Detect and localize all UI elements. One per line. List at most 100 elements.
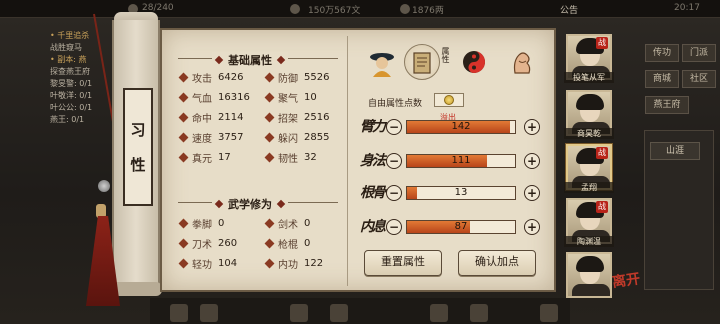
notice-button[interactable]: 公告: [560, 3, 578, 16]
basic-stat: 攻击 6426: [178, 70, 243, 85]
sect-button[interactable]: 门派: [682, 44, 716, 62]
resource-money: 150万567文: [308, 6, 361, 16]
increase-button[interactable]: +: [524, 185, 540, 201]
free-points-value: [434, 93, 464, 107]
portrait-body: [572, 284, 610, 296]
quest-line: • 千里追杀: [50, 31, 90, 40]
stat-value: 122: [304, 258, 324, 269]
stat-icon: [264, 152, 275, 163]
tassel-knot: [96, 204, 106, 218]
diamond-icon: [276, 55, 286, 65]
martial-attributes-label: 武学修为: [228, 198, 272, 211]
martial-stat: 枪棍 0: [264, 236, 311, 251]
stat-value: 5526: [304, 72, 330, 83]
portrait-hair: [576, 256, 604, 272]
party-member-name: 投笔从军: [564, 72, 614, 83]
decrease-button[interactable]: −: [386, 119, 402, 135]
stat-icon: [264, 92, 275, 103]
stat-icon: [178, 132, 189, 143]
stat-value: 0: [218, 218, 225, 229]
battle-badge: 战: [596, 37, 608, 49]
toolbar-slot-icon[interactable]: [290, 304, 308, 322]
stat-value: 32: [304, 152, 317, 163]
stat-label: 速度: [192, 134, 212, 145]
tab-body[interactable]: [504, 44, 540, 80]
toolbar-slot-icon[interactable]: [470, 304, 488, 322]
stat-value: 2855: [304, 132, 330, 143]
attribute-name: 根骨: [360, 185, 386, 201]
stat-label: 攻击: [192, 74, 212, 85]
basic-stat: 真元 17: [178, 150, 231, 165]
increase-button[interactable]: +: [524, 153, 540, 169]
martial-stat: 内功 122: [264, 256, 324, 271]
party-member-name: 孟翔: [564, 182, 614, 193]
stat-value: 10: [304, 92, 317, 103]
decrease-button[interactable]: −: [386, 219, 402, 235]
character-icon: [370, 53, 394, 77]
increase-button[interactable]: +: [524, 119, 540, 135]
stat-label: 命中: [192, 114, 212, 125]
confirm-allocation-button[interactable]: 确认加点: [458, 250, 536, 276]
toolbar-slot-icon[interactable]: [200, 304, 218, 322]
quest-line: 战胜窥马: [50, 43, 82, 52]
toolbar-slot-icon[interactable]: [540, 304, 558, 322]
stat-value: 0: [304, 218, 311, 229]
stat-icon: [264, 72, 275, 83]
attribute-value: 87: [454, 221, 468, 232]
muscle-icon: [513, 52, 531, 74]
martial-stat: 拳脚 0: [178, 216, 225, 231]
portrait-hair: [576, 94, 604, 110]
basic-stat: 招架 2516: [264, 110, 330, 125]
attribute-bar: 87: [406, 220, 516, 234]
panel-divider: [347, 36, 348, 286]
attribute-name: 内息: [360, 219, 386, 235]
stat-icon: [178, 258, 189, 269]
location-tag[interactable]: 山涯: [650, 142, 700, 160]
decrease-button[interactable]: −: [386, 185, 402, 201]
free-points-label: 自由属性点数: [368, 99, 423, 109]
stat-label: 招架: [278, 114, 298, 125]
diamond-icon: [214, 55, 224, 65]
quest-line: • 副本: 燕: [50, 55, 87, 64]
community-button[interactable]: 社区: [682, 70, 716, 88]
stat-value: 2516: [304, 112, 330, 123]
attribute-name: 身法: [360, 153, 386, 169]
basic-attributes-label: 基础属性: [228, 54, 272, 67]
clock: 20:17: [674, 3, 700, 13]
party-portrait[interactable]: [566, 252, 612, 298]
toolbar-slot-icon[interactable]: [170, 304, 188, 322]
basic-attributes-title: 基础属性: [212, 52, 288, 68]
basic-stat: 气血 16316: [178, 90, 250, 105]
attribute-value: 142: [451, 121, 471, 132]
tab-yinyang[interactable]: [456, 44, 492, 80]
stat-value: 17: [218, 152, 231, 163]
tab-character[interactable]: [364, 44, 400, 80]
quest-line: 叶公公: 0/1: [50, 103, 93, 112]
silver-icon: [400, 4, 410, 14]
attribute-value: 13: [454, 187, 468, 198]
stat-value: 0: [304, 238, 311, 249]
toolbar-slot-icon[interactable]: [330, 304, 348, 322]
dungeon-button[interactable]: 燕王府: [645, 96, 689, 114]
stat-value: 16316: [218, 92, 250, 103]
decrease-button[interactable]: −: [386, 153, 402, 169]
basic-stat: 速度 3757: [178, 130, 243, 145]
nature-char: 习: [130, 121, 146, 139]
stat-label: 拳脚: [192, 220, 212, 231]
scroll-book-icon: [413, 52, 431, 74]
stat-icon: [178, 72, 189, 83]
leave-button[interactable]: 离开: [611, 268, 642, 292]
party-member-name: 商昊乾: [564, 128, 614, 139]
resource-silver: 1876两: [412, 6, 444, 16]
tab-attributes[interactable]: [404, 44, 440, 80]
transfer-button[interactable]: 传功: [645, 44, 679, 62]
martial-stat: 剑术 0: [264, 216, 311, 231]
stat-icon: [264, 218, 275, 229]
martial-stat: 刀术 260: [178, 236, 237, 251]
reset-attributes-button[interactable]: 重置属性: [364, 250, 442, 276]
toolbar-slot-icon[interactable]: [430, 304, 448, 322]
increase-button[interactable]: +: [524, 219, 540, 235]
basic-stat: 命中 2114: [178, 110, 243, 125]
shop-button[interactable]: 商城: [645, 70, 679, 88]
attribute-name: 臂力: [360, 119, 386, 135]
